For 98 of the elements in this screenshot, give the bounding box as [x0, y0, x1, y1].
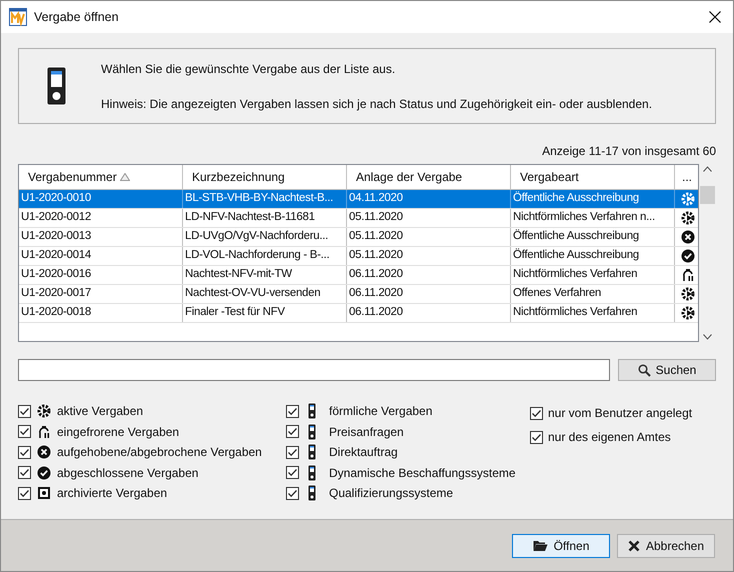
- gear-play-icon: [680, 192, 694, 206]
- search-field[interactable]: [18, 359, 610, 381]
- table-cell: Nachtest-OV-VU-versenden: [183, 285, 347, 303]
- search-icon: [638, 364, 651, 376]
- column-header[interactable]: Kurzbezeichnung: [183, 165, 347, 189]
- device-icon: [308, 424, 316, 440]
- table-cell: 05.11.2020: [347, 247, 511, 265]
- device-icon: [308, 444, 316, 460]
- filter-label: Qualifizierungssysteme: [329, 485, 454, 502]
- filter-label: archivierte Vergaben: [57, 485, 168, 502]
- column-header[interactable]: Anlage der Vergabe: [347, 165, 511, 189]
- table-cell: Öffentliche Ausschreibung: [511, 190, 675, 208]
- checkbox[interactable]: [18, 446, 31, 459]
- gear-play-icon: [680, 211, 694, 225]
- scroll-thumb[interactable]: [700, 186, 716, 204]
- device-icon: [308, 403, 316, 420]
- filter-label: eingefrorene Vergaben: [57, 424, 180, 441]
- checkbox[interactable]: [18, 486, 31, 500]
- table-row[interactable]: U1-2020-0012 LD-NFV-Nachtest-B-11681 05.11.2020 Nichtförmliches Verfahren n...: [19, 209, 698, 228]
- filter-label: nur vom Benutzer angelegt: [548, 405, 692, 422]
- table-cell: LD-VOL-Nachforderung - B-...: [183, 247, 347, 265]
- gear-play-icon: [680, 306, 694, 320]
- table-cell: U1-2020-0012: [19, 209, 183, 227]
- table-cell: 05.11.2020: [347, 228, 511, 246]
- checkbox[interactable]: [286, 404, 299, 418]
- checkbox[interactable]: [286, 425, 299, 438]
- table-cell: U1-2020-0013: [19, 228, 183, 246]
- filter-label: Direktauftrag: [329, 444, 398, 462]
- column-header[interactable]: Vergabeart: [511, 165, 675, 189]
- cancel-button[interactable]: Abbrechen: [617, 534, 715, 558]
- app-logo-icon: [9, 8, 27, 26]
- filter-label: aktive Vergaben: [57, 403, 144, 420]
- check-circle-icon: [680, 249, 694, 263]
- table-cell: 06.11.2020: [347, 304, 511, 322]
- filter-label: abgeschlossene Vergaben: [57, 464, 198, 482]
- paging-text: Anzeige 11-17 von insgesamt 60: [542, 143, 716, 158]
- stopwatch-pause-icon: [680, 268, 694, 282]
- filter-label: Preisanfragen: [329, 424, 404, 441]
- table-cell: Öffentliche Ausschreibung: [511, 247, 675, 265]
- info-text: Hinweis: Die angezeigten Vergaben lassen sich je nach Status und Zugehörigkeit ein- oder ausblenden.: [101, 96, 652, 112]
- table-row[interactable]: U1-2020-0018 Finaler -Test für NFV 06.11.2020 Nichtförmliches Verfahren: [19, 304, 698, 323]
- checkbox[interactable]: [18, 466, 31, 480]
- filter-label: förmliche Vergaben: [329, 403, 432, 420]
- table-cell: 06.11.2020: [347, 285, 511, 303]
- folder-icon: [532, 540, 548, 552]
- table-row[interactable]: U1-2020-0016 Nachtest-NFV-mit-TW 06.11.2020 Nichtförmliches Verfahren: [19, 266, 698, 285]
- checkbox[interactable]: [286, 466, 299, 480]
- table-cell: Nichtförmliches Verfahren: [511, 266, 675, 284]
- table-row[interactable]: U1-2020-0017 Nachtest-OV-VU-versenden 06.11.2020 Offenes Verfahren: [19, 285, 698, 304]
- device-icon: [308, 464, 316, 481]
- table-row[interactable]: U1-2020-0013 LD-UVgO/VgV-Nachforderu... 05.11.2020 Öffentliche Ausschreibung: [19, 228, 698, 247]
- scroll-down-icon[interactable]: [703, 334, 712, 340]
- search-button[interactable]: Suchen: [618, 359, 716, 381]
- filter-label: Dynamische Beschaffungssysteme: [329, 464, 516, 482]
- table-cell: U1-2020-0017: [19, 285, 183, 303]
- checkbox[interactable]: [286, 446, 299, 459]
- device-icon: [308, 485, 316, 502]
- table-cell: BL-STB-VHB-BY-Nachtest-B...: [183, 190, 347, 208]
- table-cell: 06.11.2020: [347, 266, 511, 284]
- gear-play-icon: [680, 287, 694, 301]
- checkbox[interactable]: [530, 430, 543, 444]
- column-header[interactable]: Vergabenummer: [19, 165, 183, 189]
- info-text: Wählen Sie die gewünschte Vergabe aus der Liste aus.: [101, 60, 396, 78]
- scrollbar[interactable]: [699, 164, 716, 342]
- table-cell: LD-NFV-Nachtest-B-11681: [183, 209, 347, 227]
- cross-circle-icon: [680, 230, 694, 244]
- table-cell: U1-2020-0018: [19, 304, 183, 322]
- table-cell: Nichtförmliches Verfahren: [511, 304, 675, 322]
- open-button[interactable]: Öffnen: [512, 534, 610, 558]
- table-cell: Offenes Verfahren: [511, 285, 675, 303]
- table-row[interactable]: U1-2020-0014 LD-VOL-Nachforderung - B-... 05.11.2020 Öffentliche Ausschreibung: [19, 247, 698, 266]
- table-cell: Öffentliche Ausschreibung: [511, 228, 675, 246]
- table-row[interactable]: U1-2020-0010 BL-STB-VHB-BY-Nachtest-B... 04.11.2020 Öffentliche Ausschreibung: [19, 190, 698, 209]
- stopwatch-pause-icon: [37, 424, 51, 439]
- filter-label: aufgehobene/abgebrochene Vergaben: [57, 444, 262, 462]
- checkbox[interactable]: [18, 404, 31, 418]
- table-cell: 05.11.2020: [347, 209, 511, 227]
- device-icon: [47, 67, 66, 105]
- close-icon[interactable]: [709, 11, 721, 23]
- filter-label: nur des eigenen Amtes: [548, 429, 671, 446]
- window-title: Vergabe öffnen: [34, 8, 119, 26]
- close-icon: [628, 540, 640, 552]
- table-cell: Finaler -Test für NFV: [183, 304, 347, 322]
- table-cell: Nachtest-NFV-mit-TW: [183, 266, 347, 284]
- checkbox[interactable]: [286, 486, 299, 500]
- scroll-up-icon[interactable]: [703, 166, 712, 172]
- safe-icon: [37, 486, 51, 500]
- table-cell: LD-UVgO/VgV-Nachforderu...: [183, 228, 347, 246]
- gear-play-icon: [37, 404, 51, 418]
- table-cell: U1-2020-0016: [19, 266, 183, 284]
- table-cell: U1-2020-0014: [19, 247, 183, 265]
- check-circle-icon: [37, 466, 51, 480]
- table-cell: Nichtförmliches Verfahren n...: [511, 209, 675, 227]
- cross-circle-icon: [37, 445, 51, 460]
- table-cell: 04.11.2020: [347, 190, 511, 208]
- checkbox[interactable]: [18, 425, 31, 438]
- table-cell: U1-2020-0010: [19, 190, 183, 208]
- checkbox[interactable]: [530, 406, 543, 420]
